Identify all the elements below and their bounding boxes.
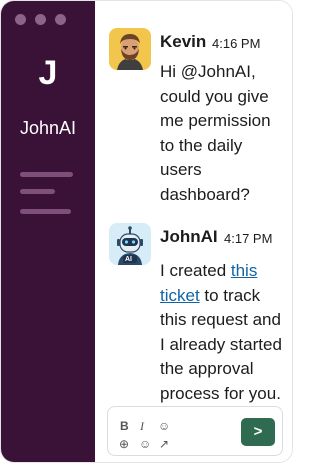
window-dot-close[interactable] [15, 14, 26, 25]
robot-avatar-badge: AI [125, 256, 132, 263]
workspace-icon[interactable]: J [1, 53, 95, 93]
message-line: I created this [160, 259, 292, 284]
robot-avatar[interactable]: AI [109, 223, 151, 265]
workspace-name[interactable]: JohnAI [1, 117, 95, 139]
message-text: to track [199, 285, 261, 305]
emoji-icon[interactable]: ☺ [158, 419, 170, 433]
message-line: me permission [160, 111, 271, 130]
window-controls [15, 14, 66, 25]
message-timestamp[interactable]: 4:17 PM [224, 231, 272, 246]
message-composer[interactable]: B I ☺ ⊕ ☺ ↗ > [107, 406, 283, 456]
message-author[interactable]: JohnAI [160, 227, 218, 247]
menu-line-2 [20, 189, 55, 194]
message-body: I created this ticket to track this requ… [160, 259, 292, 406]
arrow-icon[interactable]: ↗ [159, 437, 169, 451]
add-icon[interactable]: ⊕ [119, 437, 129, 451]
send-button[interactable]: > [241, 418, 275, 446]
message-line: users [160, 160, 202, 179]
bold-icon[interactable]: B [120, 419, 129, 433]
message-pane: Kevin 4:16 PM Hi @JohnAI, could you give… [95, 1, 292, 462]
sidebar: J JohnAI [1, 1, 95, 462]
app-window: J JohnAI Kevin 4:16 PM Hi @JohnAI, could… [0, 0, 293, 463]
message-line: to the daily [160, 135, 243, 155]
message-line: could you give [160, 86, 269, 106]
message-line: Hi @JohnAI, [160, 62, 256, 81]
message-kevin: Kevin 4:16 PM Hi @JohnAI, could you give… [109, 28, 291, 208]
ticket-link[interactable]: ticket [160, 286, 200, 305]
person-avatar-icon [109, 28, 151, 70]
message-johnai: AI JohnAI 4:17 PM I created this ticket … [109, 223, 291, 403]
ticket-link[interactable]: this [231, 261, 257, 280]
window-dot-zoom[interactable] [55, 14, 66, 25]
message-line: process for you. [160, 383, 281, 403]
message-line: I already started [160, 334, 282, 354]
italic-icon[interactable]: I [140, 419, 144, 433]
menu-line-1 [20, 172, 73, 177]
message-text: I created [160, 261, 231, 280]
message-line: dashboard? [160, 184, 250, 204]
menu-line-3 [20, 209, 71, 214]
message-line: the approval [160, 359, 254, 378]
message-author[interactable]: Kevin [160, 32, 206, 52]
emoji-picker-icon[interactable]: ☺ [139, 437, 151, 451]
window-dot-minimize[interactable] [35, 14, 46, 25]
message-line: this request and [160, 310, 281, 329]
message-body: Hi @JohnAI, could you give me permission… [160, 60, 292, 207]
kevin-avatar[interactable] [109, 28, 151, 70]
message-line: ticket to track [160, 284, 292, 309]
message-timestamp[interactable]: 4:16 PM [212, 36, 260, 51]
